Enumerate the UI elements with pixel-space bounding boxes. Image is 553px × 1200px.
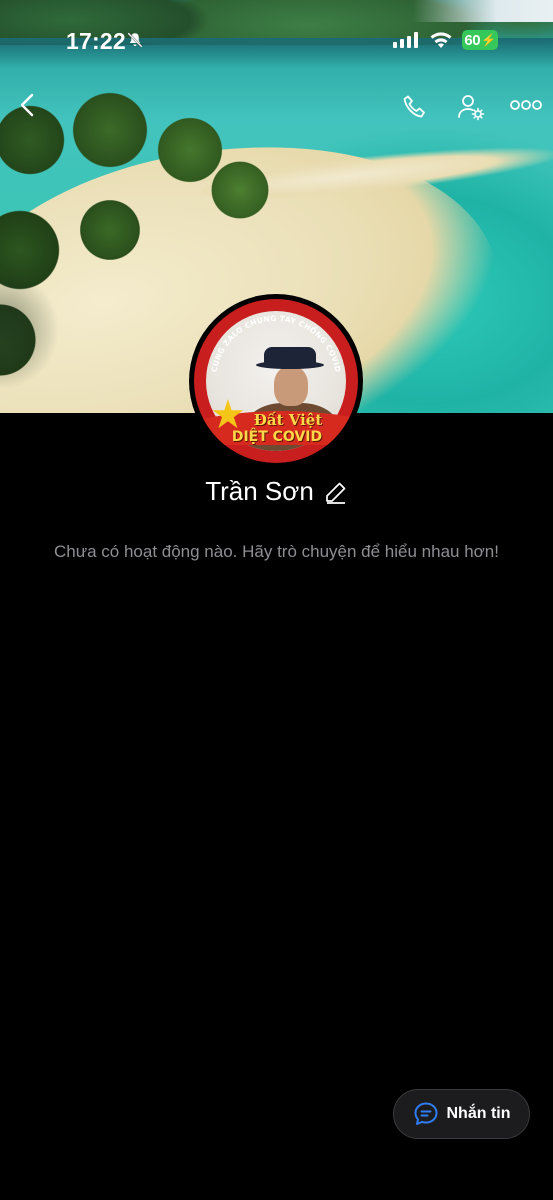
avatar-line1: Đất Việt (253, 411, 323, 429)
profile-name: Trần Sơn (205, 476, 314, 506)
avatar[interactable]: CÙNG ZALO CHUNG TAY CHỐNG COVID ★ Đất Vi… (194, 299, 358, 463)
message-button-label: Nhắn tin (446, 1105, 511, 1122)
more-icon[interactable] (510, 99, 542, 111)
edit-pencil-icon[interactable] (324, 480, 348, 504)
avatar-ring-label: CÙNG ZALO CHUNG TAY CHỐNG COVID (210, 314, 342, 373)
chat-bubble-icon (414, 1102, 437, 1125)
user-settings-icon[interactable] (456, 92, 486, 122)
avatar-frame[interactable]: CÙNG ZALO CHUNG TAY CHỐNG COVID ★ Đất Vi… (189, 294, 363, 468)
battery-charging-icon: 60 ⚡ (462, 30, 498, 50)
wifi-icon (430, 32, 452, 48)
avatar-line2: DIỆT COVID (231, 429, 323, 445)
signal-icon (393, 32, 418, 48)
battery-level: 60 (464, 31, 481, 49)
bell-slash-icon (127, 32, 143, 48)
empty-activity-message: Chưa có hoạt động nào. Hãy trò chuyện để… (53, 542, 499, 561)
back-icon[interactable] (16, 92, 40, 118)
status-bar: 17:22 60 ⚡ (0, 0, 553, 80)
phone-icon[interactable] (401, 93, 429, 121)
svg-text:CÙNG ZALO CHUNG TAY CHỐNG COVI: CÙNG ZALO CHUNG TAY CHỐNG COVID (210, 314, 343, 373)
profile-name-row: Trần Sơn (0, 476, 553, 507)
cover-shadow (0, 270, 60, 390)
status-time: 17:22 (66, 28, 126, 54)
message-button[interactable]: Nhắn tin (393, 1089, 530, 1139)
